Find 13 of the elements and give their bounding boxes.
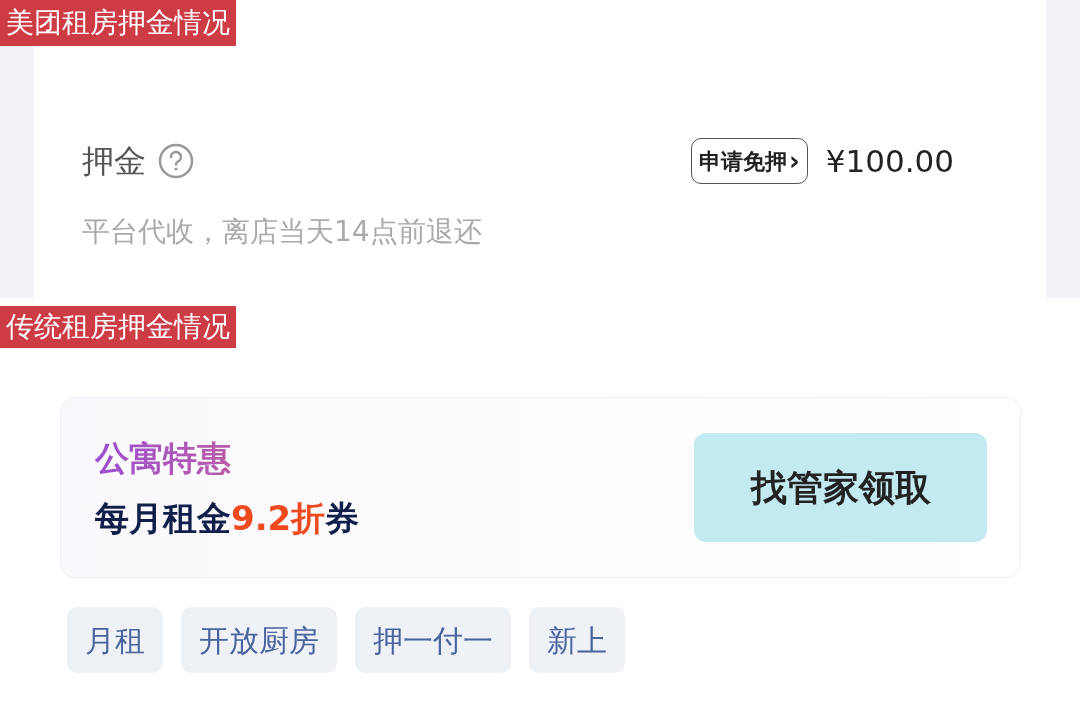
- feature-tag: 新上: [529, 607, 625, 673]
- claim-button[interactable]: 找管家领取: [694, 433, 987, 542]
- deposit-amount: ¥100.00: [825, 142, 954, 181]
- apply-waiver-button[interactable]: 申请免押›: [691, 138, 808, 185]
- feature-tag: 押一付一: [355, 607, 511, 673]
- help-icon[interactable]: [158, 143, 194, 180]
- deposit-note: 平台代收，离店当天14点前退还: [82, 213, 483, 250]
- promo-offer: 每月租金9.2折券: [95, 500, 360, 535]
- section-label: 传统租房押金情况: [0, 306, 236, 348]
- feature-tag: 开放厨房: [181, 607, 337, 673]
- feature-tag: 月租: [67, 607, 163, 673]
- deposit-title: 押金: [82, 145, 146, 178]
- section-label: 美团租房押金情况: [0, 0, 236, 46]
